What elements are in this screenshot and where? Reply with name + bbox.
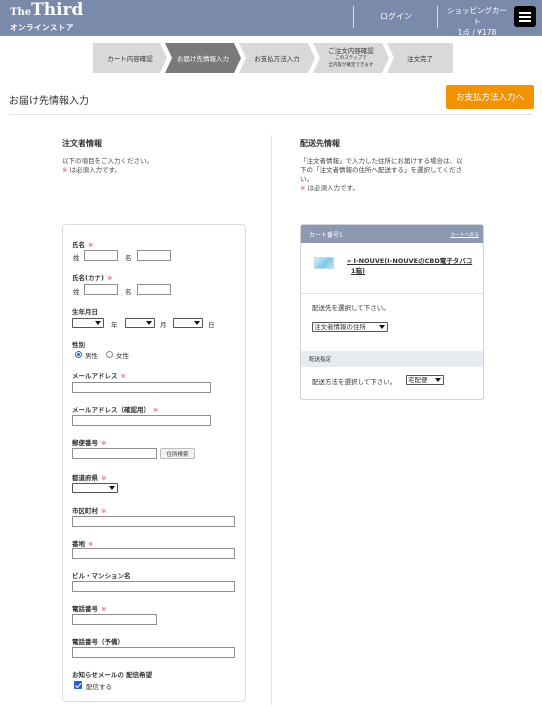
cart-card-header: カート番号1 カートへ戻る (301, 225, 483, 243)
header-divider (437, 6, 438, 28)
last-name-kana-input[interactable] (84, 284, 118, 295)
email-label: メールアドレス ※ (72, 372, 126, 380)
city-label: 市区町村 ※ (72, 507, 107, 515)
site-logo[interactable]: TheThird オンラインストア (10, 2, 83, 33)
building-input[interactable] (72, 581, 235, 592)
gender-female-label: 女性 (116, 352, 129, 360)
street-input[interactable] (72, 548, 235, 559)
year-label: 年 (111, 321, 118, 329)
checkout-steps: カート内容確認 お届け先情報入力 お支払方法入力 ご注文内容確認 このステップで… (93, 43, 453, 73)
newsletter-label: お知らせメールの 配信希望 (72, 671, 153, 679)
gender-female-radio[interactable] (106, 351, 113, 358)
email-confirm-label: メールアドレス（確認用） ※ (72, 406, 159, 414)
logo-subtitle: オンラインストア (10, 23, 74, 32)
login-link[interactable]: ログイン (380, 11, 412, 22)
kana-label: 氏名(カナ) ※ (72, 274, 113, 282)
delivery-method-select[interactable]: 宅配便 (406, 375, 444, 385)
address-search-button[interactable]: 住所検索 (160, 448, 195, 459)
divider (9, 114, 533, 115)
site-header: TheThird オンラインストア ログイン ショッピングカート 1点 / ¥1… (0, 0, 542, 38)
step-order-confirm: ご注文内容確認 このステップで 全内容が確定できます (313, 43, 389, 73)
cart-summary: 1点 / ¥178 (457, 28, 497, 37)
phone-input[interactable] (72, 614, 157, 625)
zip-label: 郵便番号 ※ (72, 439, 107, 447)
step-complete: 注文完了 (387, 43, 453, 73)
step-payment: お支払方法入力 (239, 43, 315, 73)
newsletter-checkbox[interactable] (74, 681, 82, 689)
choose-method-text: 配送方法を選択して下さい。 (312, 378, 397, 386)
proceed-to-payment-button[interactable]: お支払方法入力へ (446, 85, 534, 109)
street-label: 番地 ※ (72, 540, 94, 548)
product-thumbnail (314, 257, 334, 269)
delivery-info-intro: 「注文者情報」で入力した住所にお届けする場合は、以 下の「注文者情報の住所へ配送… (300, 157, 463, 192)
divider (301, 293, 483, 294)
building-label: ビル・マンション名 (72, 572, 131, 580)
cart-label: ショッピングカート (447, 6, 507, 26)
page-title: お届け先情報入力 (9, 96, 89, 107)
birthdate-label: 生年月日 (72, 308, 98, 316)
birth-day-select[interactable] (173, 318, 203, 328)
newsletter-option-label: 配信する (86, 683, 112, 691)
last-name-input[interactable] (84, 250, 118, 261)
orderer-form (62, 224, 246, 702)
logo-text-the: The (10, 7, 32, 18)
step-delivery-info: お届け先情報入力 (165, 43, 241, 73)
orderer-info-title: 注文者情報 (62, 139, 102, 148)
email-input[interactable] (72, 382, 211, 393)
delivery-info-title: 配送先情報 (300, 139, 340, 148)
product-link[interactable]: » I-NOUVE(I-NOUVEのCBD電子タバコ 1箱) (347, 256, 477, 276)
city-input[interactable] (72, 516, 235, 527)
day-label: 日 (208, 321, 215, 329)
first-name-input[interactable] (137, 250, 171, 261)
first-name-kana-input[interactable] (137, 284, 171, 295)
delivery-spec-header: 配送指定 (301, 351, 483, 367)
hamburger-menu-icon[interactable] (514, 6, 536, 27)
column-divider (271, 135, 272, 705)
step-cart-confirm: カート内容確認 (93, 43, 167, 73)
delivery-spec-label: 配送指定 (309, 357, 332, 363)
mobile-input[interactable] (72, 647, 235, 658)
phone-label: 電話番号 ※ (72, 605, 107, 613)
first-name-kana-label: 名 (125, 288, 132, 296)
last-name-kana-label: 姓 (73, 288, 80, 296)
choose-destination-text: 配送先を選択して下さい。 (312, 304, 390, 312)
mobile-label: 電話番号（予備） (72, 638, 124, 646)
prefecture-label: 都道府県 ※ (72, 474, 107, 482)
birth-month-select[interactable] (125, 318, 155, 328)
last-name-label: 姓 (73, 254, 80, 262)
shopping-cart-link[interactable]: ショッピングカート 1点 / ¥178 (444, 5, 510, 38)
birth-year-select[interactable] (72, 318, 104, 328)
gender-label: 性別 (72, 341, 85, 349)
prefecture-select[interactable] (72, 483, 118, 493)
orderer-info-intro: 以下の項目をご入力ください。 ※ は必須入力です。 (62, 157, 153, 174)
month-label: 月 (160, 321, 167, 329)
back-to-cart-link[interactable]: カートへ戻る (450, 231, 479, 238)
cart-number: カート番号1 (309, 232, 343, 239)
header-divider (353, 6, 354, 28)
delivery-cart-card: カート番号1 カートへ戻る » I-NOUVE(I-NOUVEのCBD電子タバコ… (300, 224, 484, 400)
destination-select[interactable]: 注文者情報の住所 (312, 322, 388, 332)
gender-male-radio[interactable] (75, 351, 82, 358)
name-label: 氏名 ※ (72, 241, 94, 249)
zip-input[interactable] (72, 448, 157, 459)
email-confirm-input[interactable] (72, 415, 211, 426)
logo-text-third: Third (31, 0, 84, 20)
first-name-label: 名 (125, 254, 132, 262)
gender-male-label: 男性 (85, 352, 98, 360)
